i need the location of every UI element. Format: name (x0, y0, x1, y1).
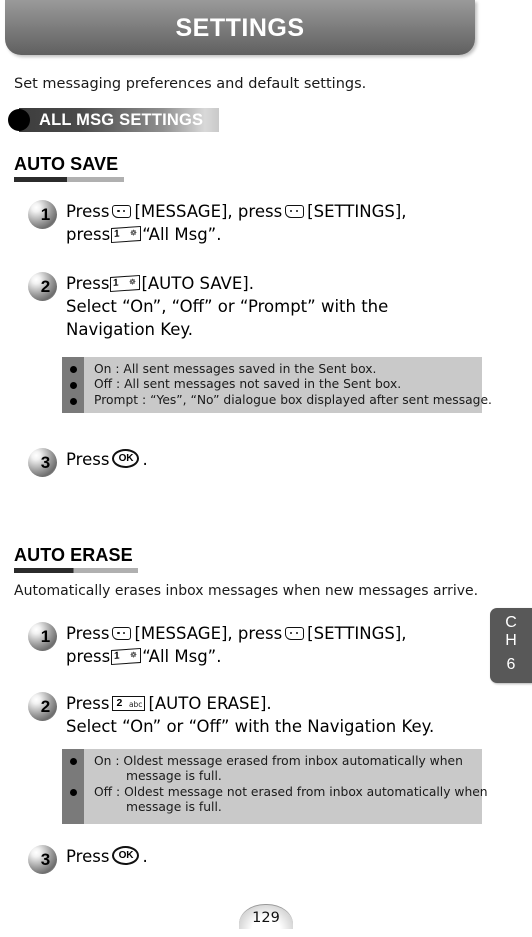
note-line: On : All sent messages saved in the Sent… (94, 362, 377, 376)
keypad-sublabel: ☸ (130, 650, 138, 660)
keypad-sublabel: abc (128, 700, 143, 709)
keypad-1-icon: 1 ☸ (111, 225, 142, 244)
step-text-fragment: Press (66, 450, 110, 469)
step-text-fragment: . (142, 450, 148, 469)
note-text: On : Oldest message erased from inbox au… (94, 754, 488, 816)
step-line-2: press 1 ☸ “All Msg”. (66, 223, 407, 246)
step-text-fragment: [SETTINGS], (307, 202, 407, 221)
keypad-digit: 1 (113, 277, 119, 289)
section-banner: ALL MSG SETTINGS (3, 108, 219, 132)
section-heading-auto-save: AUTO SAVE (14, 154, 119, 174)
note-line: Off : Oldest message not erased from inb… (94, 784, 488, 799)
note-line: Off : All sent messages not saved in the… (94, 377, 402, 392)
note-bullet-icon (69, 366, 77, 373)
step-number-badge: 3 (28, 845, 57, 874)
step-text-fragment: Press (66, 202, 110, 221)
chapter-tab-line-2: H (505, 632, 517, 649)
note-bullet-icon (69, 398, 77, 405)
step-line-2: Select “On”, “Off” or “Prompt” with the (66, 297, 389, 316)
step-line-1: Press 1 ☸ [AUTO SAVE]. (66, 272, 388, 295)
chapter-tab: C H 6 (490, 608, 532, 683)
section-heading-auto-erase: AUTO ERASE (14, 545, 133, 565)
note-bullet-icon (69, 758, 77, 765)
soft-key-icon (285, 627, 305, 640)
step-text-fragment: [MESSAGE], press (134, 624, 283, 643)
step-text: Press OK. (66, 845, 148, 868)
keypad-1-icon: 1 ☸ (111, 647, 142, 666)
page-header-bar: SETTINGS (5, 0, 475, 55)
step-text: Press [MESSAGE], press [SETTINGS], press 1 ☸… (66, 200, 407, 246)
step-text-fragment: “All Msg”. (142, 647, 222, 666)
step-number-badge: 1 (28, 622, 57, 651)
chapter-tab-line-1: C (505, 614, 517, 631)
step-line-1: Press [MESSAGE], press [SETTINGS], (66, 200, 407, 223)
step-text: Press 2 abc [AUTO ERASE]. Select “On” or “O… (66, 692, 434, 738)
keypad-digit: 1 (114, 650, 120, 662)
step-text-fragment: . (142, 847, 148, 866)
step-text: Press 1 ☸ [AUTO SAVE]. Select “On”, “Off” o… (66, 272, 388, 341)
step-text-fragment: Press (66, 624, 110, 643)
step-text-fragment: press (66, 647, 111, 666)
step-text-fragment: [SETTINGS], (307, 624, 407, 643)
step-text-fragment: press (66, 225, 111, 244)
soft-key-icon (112, 627, 132, 640)
step-number: 2 (40, 277, 51, 296)
step-text-fragment: Press (66, 274, 110, 293)
step-line-3: Navigation Key. (66, 320, 194, 339)
step-number-badge: 1 (28, 200, 57, 229)
ok-key-icon: OK (112, 449, 140, 468)
step-text-fragment: [MESSAGE], press (134, 202, 283, 221)
step-text: Press OK. (66, 448, 148, 471)
keypad-digit: 2 (116, 697, 123, 709)
step-number-badge: 3 (28, 448, 57, 477)
chapter-tab-number: 6 (506, 656, 516, 673)
step-number-badge: 2 (28, 272, 57, 301)
step-text-fragment: [AUTO ERASE]. (148, 694, 272, 713)
soft-key-icon (285, 205, 305, 218)
step-number: 2 (40, 697, 51, 716)
step-text-fragment: [AUTO SAVE]. (141, 274, 254, 293)
ok-key-icon: OK (112, 846, 140, 865)
section-rule-auto-erase (14, 568, 138, 573)
step-number: 1 (40, 627, 51, 646)
step-line-1: Press [MESSAGE], press [SETTINGS], (66, 622, 407, 645)
note-bullet-icon (69, 382, 77, 389)
page-number: 129 (239, 904, 293, 929)
banner-label: ALL MSG SETTINGS (39, 111, 204, 129)
step-line-1: Press 2 abc [AUTO ERASE]. (66, 692, 434, 715)
step-text-fragment: Press (66, 847, 110, 866)
step-text-fragment: Press (66, 694, 110, 713)
step-text: Press [MESSAGE], press [SETTINGS], press 1 ☸… (66, 622, 407, 668)
note-line: message is full. (126, 769, 222, 784)
step-line-1: Press OK. (66, 845, 148, 868)
banner-bullet-icon (8, 109, 30, 131)
section-description-auto-erase: Automatically erases inbox messages when… (14, 583, 479, 599)
keypad-sublabel: ☸ (129, 277, 137, 287)
note-box-auto-save: On : All sent messages saved in the Sent… (62, 357, 492, 413)
step-text-fragment: “All Msg”. (142, 225, 222, 244)
step-line-1: Press OK. (66, 448, 148, 471)
note-box-auto-erase: On : Oldest message erased from inbox au… (62, 749, 488, 824)
step-number: 3 (40, 850, 51, 869)
note-bullet-icon (69, 789, 77, 796)
intro-description: Set messaging preferences and default se… (14, 76, 367, 92)
note-text: On : All sent messages saved in the Sent… (94, 362, 492, 408)
keypad-1-icon: 1 ☸ (110, 274, 141, 293)
page-title: SETTINGS (175, 14, 305, 42)
step-number: 1 (40, 205, 51, 224)
step-line-2: Select “On” or “Off” with the Navigation… (66, 717, 435, 736)
keypad-digit: 1 (114, 228, 120, 240)
keypad-sublabel: ☸ (130, 228, 138, 238)
keypad-2-icon: 2 abc (112, 696, 146, 711)
section-rule-auto-save (14, 177, 124, 182)
step-number-badge: 2 (28, 692, 57, 721)
step-line-2: press 1 ☸ “All Msg”. (66, 645, 407, 668)
step-number: 3 (40, 453, 51, 472)
soft-key-icon (112, 205, 132, 218)
note-line: message is full. (126, 800, 222, 815)
note-line: Prompt : “Yes”, “No” dialogue box displa… (94, 392, 492, 407)
note-line: On : Oldest message erased from inbox au… (94, 754, 463, 768)
